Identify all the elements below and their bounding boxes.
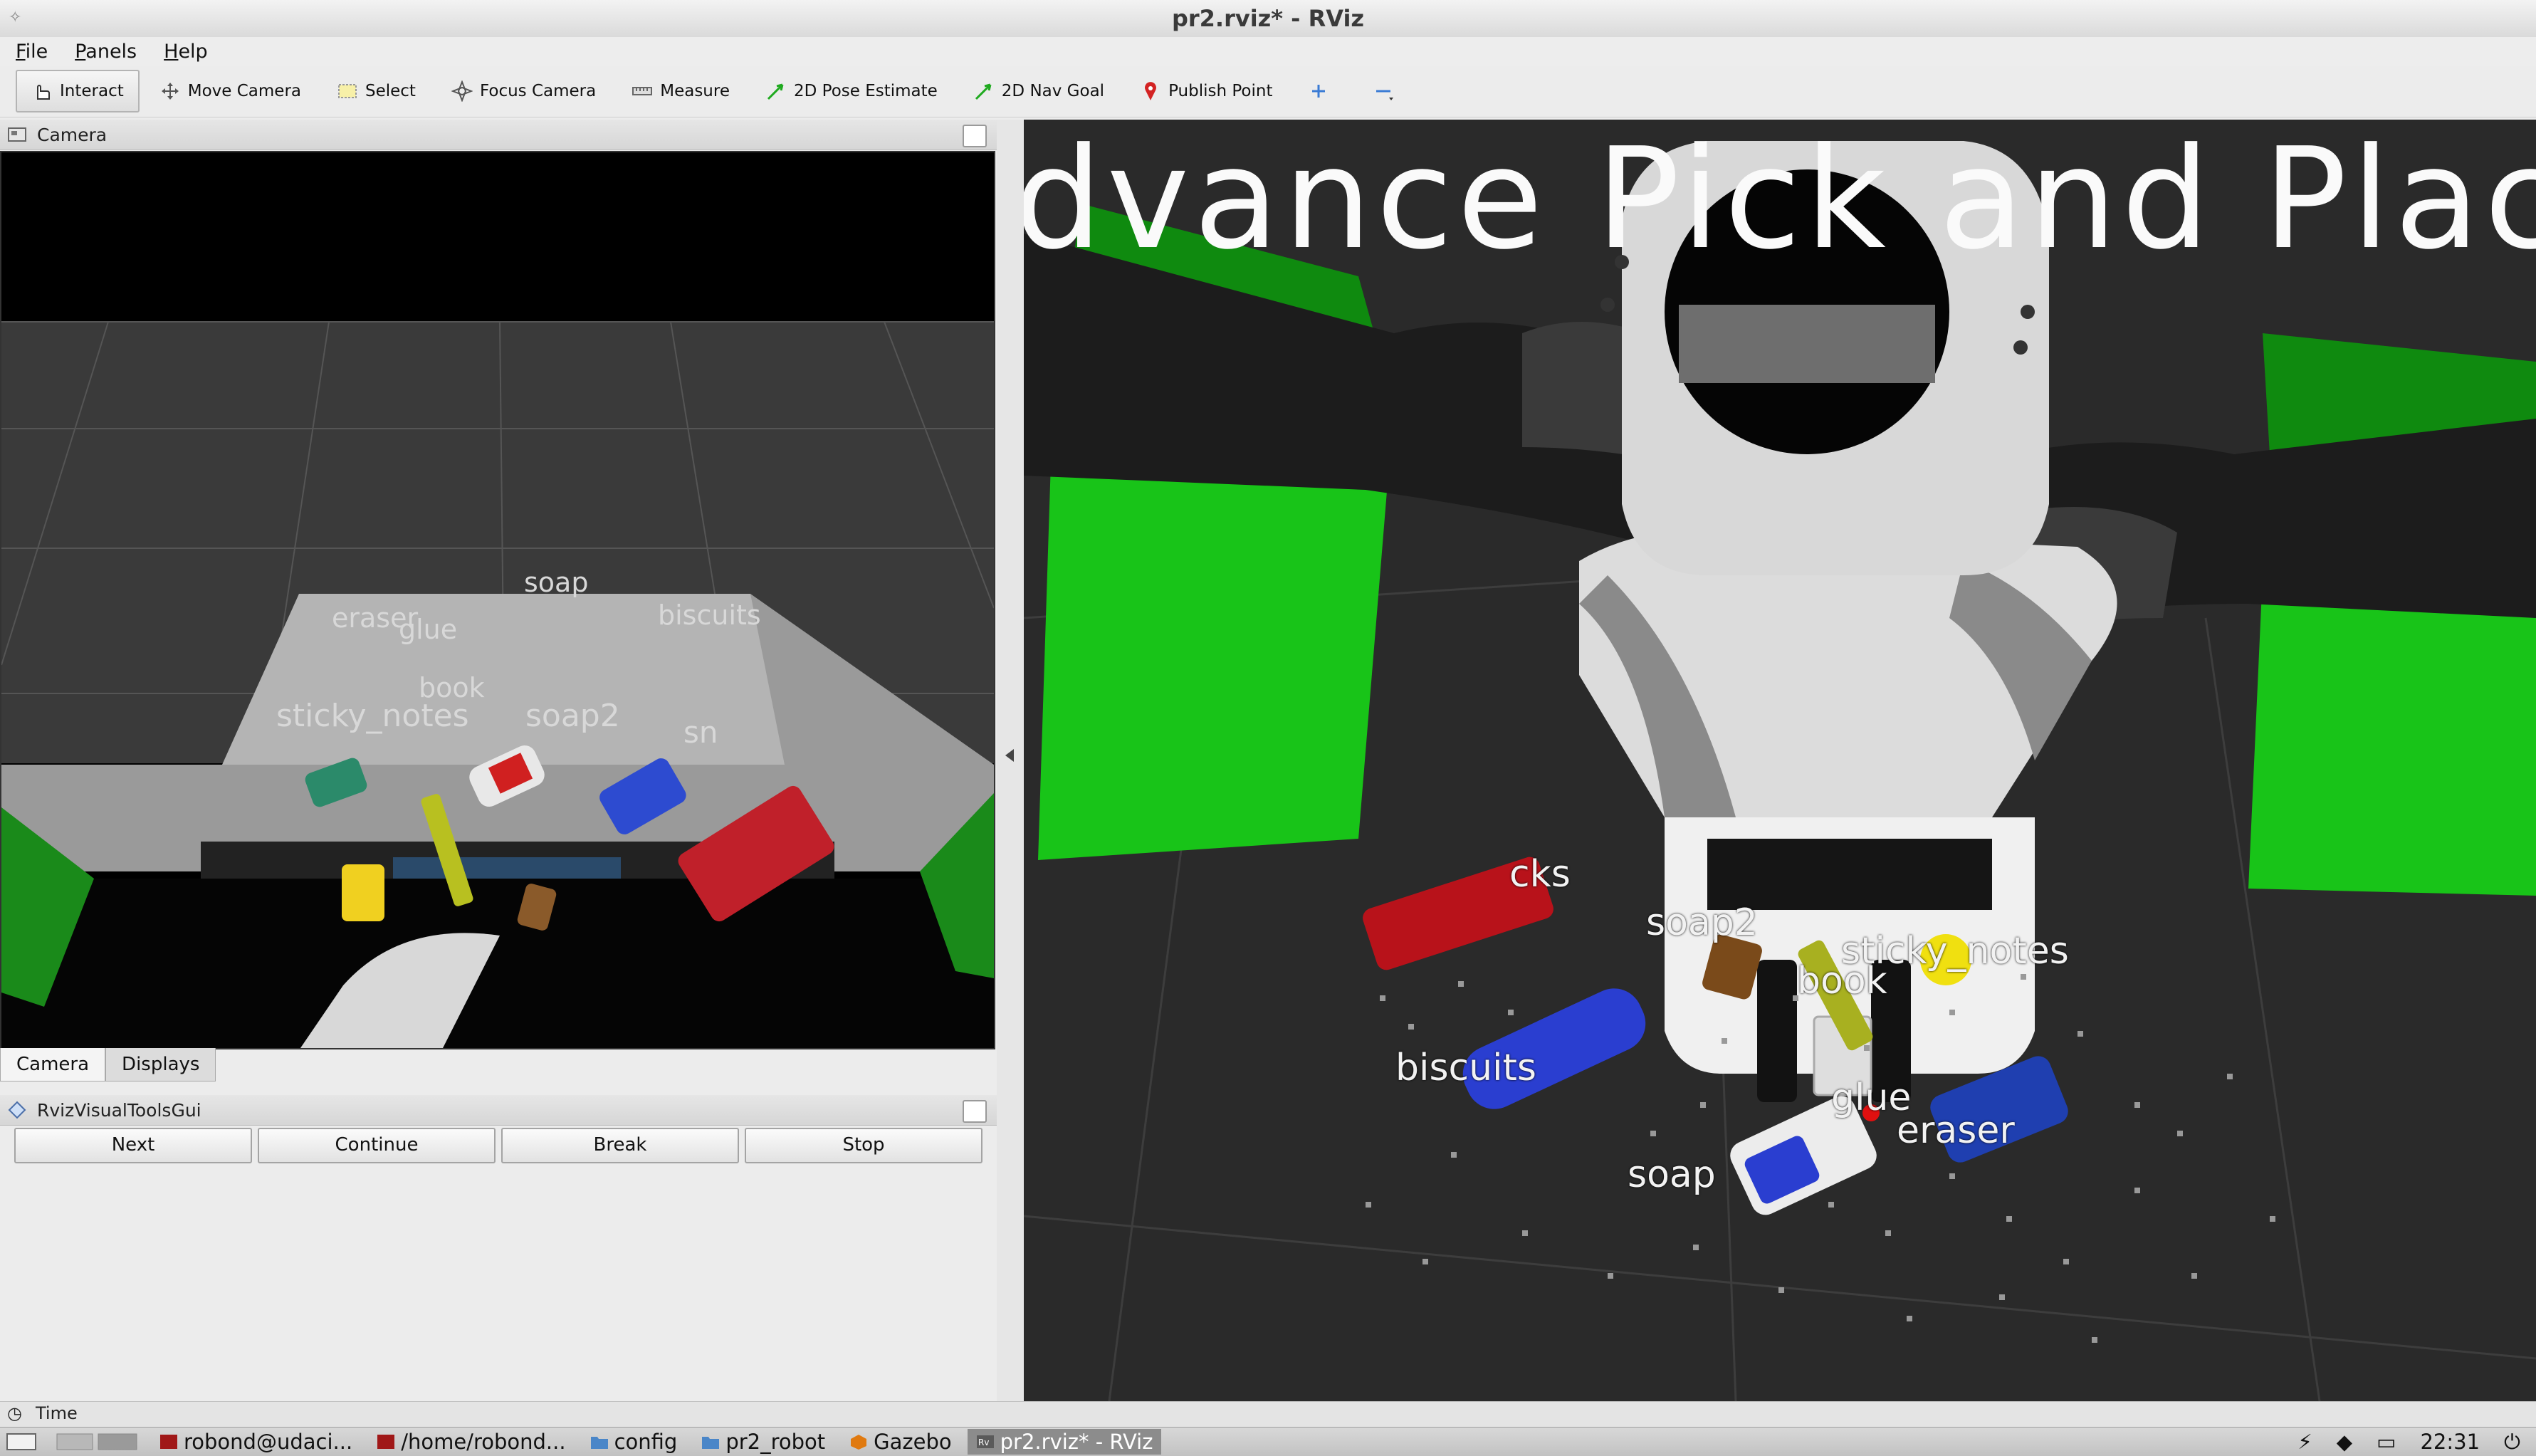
scene-label-biscuits: biscuits [1395, 1047, 1537, 1089]
diamond-icon [8, 1101, 26, 1119]
map-pin-icon [1145, 82, 1157, 100]
remove-tool-button[interactable] [1356, 70, 1419, 112]
window-title: pr2.rviz* - RViz [1171, 5, 1365, 32]
camera-panel-checkbox[interactable] [963, 125, 987, 147]
tool-move-camera[interactable]: Move Camera [144, 70, 317, 112]
scene-label-soap2: soap2 [1646, 901, 1758, 944]
task-terminal-robond[interactable]: robond@udaci... [151, 1429, 361, 1455]
rviz-visual-tools-gui-header: RvizVisualToolsGui [0, 1095, 997, 1126]
scene-label-snacks: cks [1509, 853, 1571, 896]
camera-label-snacks: sn [683, 715, 718, 750]
task-folder-config[interactable]: config [582, 1429, 686, 1455]
panel-tabs: Camera Displays [0, 1048, 997, 1084]
rviz-icon: Rv [976, 1435, 994, 1448]
collapse-arrow-icon[interactable] [1005, 749, 1014, 762]
folder-icon [590, 1437, 608, 1449]
svg-text:Rv: Rv [978, 1437, 989, 1447]
3d-render-view[interactable]: dvance Pick and Place cks soap2 sticky_n… [1024, 120, 2536, 1401]
clock-icon: ◷ [7, 1403, 22, 1423]
tool-select[interactable]: Select [321, 70, 431, 112]
scene-label-eraser: eraser [1897, 1109, 2015, 1152]
next-button[interactable]: Next [14, 1128, 252, 1163]
tab-camera[interactable]: Camera [0, 1048, 106, 1081]
camera-label-glue: glue [399, 614, 458, 645]
gui-panel-checkbox[interactable] [963, 1100, 987, 1123]
camera-label-biscuits: biscuits [658, 599, 761, 631]
camera-scene [1, 152, 994, 1048]
scene-label-book: book [1797, 960, 1887, 1002]
task-folder-pr2-robot[interactable]: pr2_robot [693, 1429, 834, 1455]
menu-panels[interactable]: Panels [75, 41, 137, 63]
window-menu-icon[interactable]: ✧ [9, 7, 33, 28]
terminal-icon [160, 1435, 177, 1449]
rviz-visual-tools-gui-title: RvizVisualToolsGui [37, 1099, 201, 1121]
desktop-icon [6, 1433, 36, 1450]
robot-scene [1024, 141, 2536, 1401]
window-title-bar: pr2.rviz* - RViz [0, 0, 2536, 38]
move-arrows-icon [161, 83, 179, 100]
tab-displays[interactable]: Displays [105, 1048, 216, 1081]
workspace-switcher[interactable] [50, 1429, 144, 1455]
tool-measure[interactable]: Measure [616, 70, 745, 112]
power-status-icon[interactable]: ⚡ [2289, 1429, 2320, 1455]
camera-panel-title: Camera [37, 124, 108, 145]
minus-dropdown-icon [1376, 90, 1394, 100]
gazebo-icon [851, 1435, 867, 1450]
plus-icon [1312, 85, 1326, 98]
task-terminal-home[interactable]: /home/robond... [368, 1429, 574, 1455]
ruler-icon [632, 87, 653, 95]
task-rviz[interactable]: Rv pr2.rviz* - RViz [967, 1429, 1162, 1455]
clock[interactable]: 22:31 [2411, 1429, 2488, 1455]
network-icon[interactable]: ◆ [2328, 1429, 2361, 1455]
camera-label-sticky-notes: sticky_notes [276, 698, 469, 734]
scene-label-soap: soap [1628, 1153, 1716, 1196]
taskbar: robond@udaci... /home/robond... config p… [0, 1427, 2536, 1456]
camera-image-view[interactable]: eraser glue soap biscuits book sticky_no… [0, 151, 995, 1049]
task-gazebo[interactable]: Gazebo [841, 1429, 960, 1455]
toolbar: Interact Move Camera Select Focus Camera… [0, 66, 2536, 117]
menu-help[interactable]: Help [164, 41, 208, 63]
camera-label-soap2: soap2 [525, 698, 620, 734]
tool-focus-camera[interactable]: Focus Camera [436, 70, 612, 112]
workspace-icon [56, 1433, 137, 1450]
focus-target-icon [451, 80, 473, 102]
tool-publish-point[interactable]: Publish Point [1124, 70, 1288, 112]
menu-bar: File Panels Help [0, 37, 2536, 66]
terminal-icon [377, 1435, 395, 1449]
power-button-icon[interactable]: ⏻ [2495, 1429, 2529, 1455]
break-button[interactable]: Break [501, 1128, 739, 1163]
folder-icon [702, 1437, 720, 1449]
green-arrow-icon [767, 83, 784, 100]
green-arrow-icon [975, 83, 992, 100]
camera-panel-icon [8, 127, 26, 142]
overlay-title-text: dvance Pick and Place [1024, 120, 2536, 281]
camera-panel-header: Camera [0, 120, 997, 150]
display-icon[interactable]: ▭ [2368, 1429, 2404, 1455]
add-tool-button[interactable] [1292, 70, 1352, 112]
continue-button[interactable]: Continue [258, 1128, 496, 1163]
stop-button[interactable]: Stop [745, 1128, 983, 1163]
cursor-hand-icon [37, 84, 50, 100]
menu-file[interactable]: File [16, 41, 48, 63]
tool-2d-pose-estimate[interactable]: 2D Pose Estimate [750, 70, 953, 112]
time-panel: ◷ Time [0, 1401, 2536, 1428]
tool-interact[interactable]: Interact [16, 70, 140, 112]
show-desktop-button[interactable] [0, 1429, 43, 1455]
select-box-icon [338, 84, 357, 98]
camera-label-soap: soap [524, 567, 589, 598]
left-dock: Camera eraser glue soap biscuits book st… [0, 120, 997, 1424]
time-panel-title: Time [36, 1403, 78, 1423]
tool-2d-nav-goal[interactable]: 2D Nav Goal [958, 70, 1120, 112]
